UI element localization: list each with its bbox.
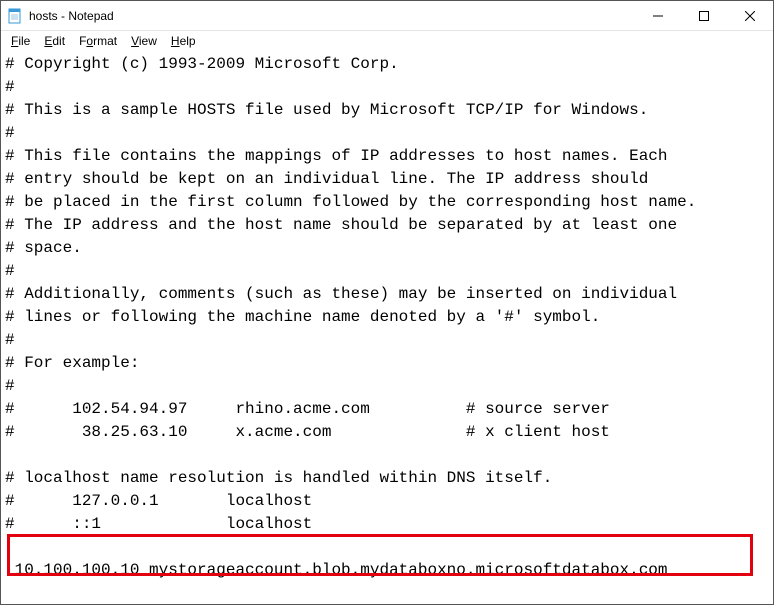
text-editor[interactable]: # Copyright (c) 1993-2009 Microsoft Corp… bbox=[1, 51, 773, 604]
window-title: hosts - Notepad bbox=[29, 9, 635, 23]
menu-view[interactable]: View bbox=[125, 32, 163, 50]
menu-file-rest: ile bbox=[18, 34, 30, 48]
menu-format-rest: rmat bbox=[93, 34, 117, 48]
notepad-icon bbox=[7, 8, 23, 24]
menu-help-rest: elp bbox=[180, 34, 196, 48]
window-controls bbox=[635, 1, 773, 31]
menu-edit-rest: dit bbox=[52, 34, 65, 48]
minimize-button[interactable] bbox=[635, 1, 681, 31]
menu-file[interactable]: File bbox=[5, 32, 36, 50]
close-button[interactable] bbox=[727, 1, 773, 31]
title-bar: hosts - Notepad bbox=[1, 1, 773, 31]
menu-bar: File Edit Format View Help bbox=[1, 31, 773, 51]
highlighted-entry bbox=[7, 534, 753, 576]
maximize-button[interactable] bbox=[681, 1, 727, 31]
menu-view-rest: iew bbox=[139, 34, 157, 48]
menu-format[interactable]: Format bbox=[73, 32, 123, 50]
menu-edit[interactable]: Edit bbox=[38, 32, 71, 50]
menu-help[interactable]: Help bbox=[165, 32, 202, 50]
